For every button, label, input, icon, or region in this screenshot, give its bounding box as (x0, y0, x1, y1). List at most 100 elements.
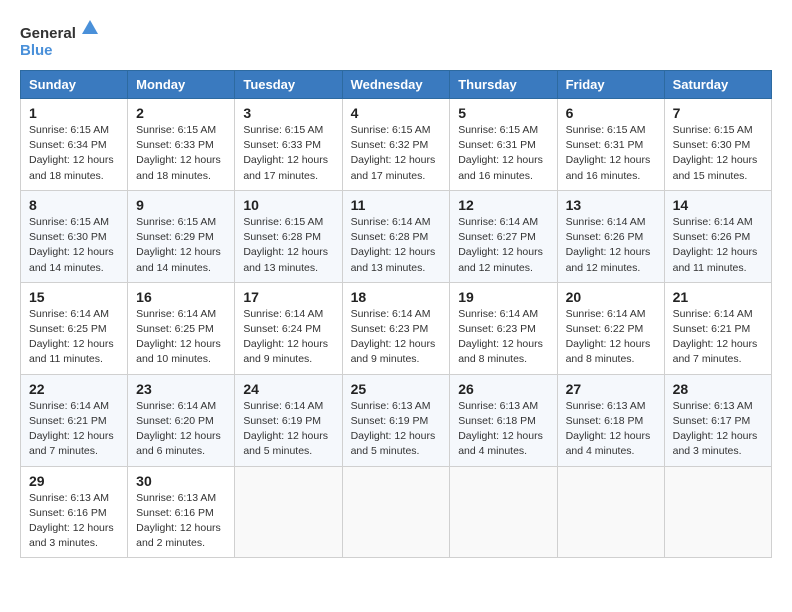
calendar-cell: 16 Sunrise: 6:14 AMSunset: 6:25 PMDaylig… (128, 282, 235, 374)
calendar-cell (557, 466, 664, 558)
day-number: 1 (29, 105, 119, 121)
calendar-week-3: 15 Sunrise: 6:14 AMSunset: 6:25 PMDaylig… (21, 282, 772, 374)
calendar: SundayMondayTuesdayWednesdayThursdayFrid… (20, 70, 772, 558)
day-number: 22 (29, 381, 119, 397)
calendar-header-tuesday: Tuesday (235, 71, 342, 99)
svg-text:General: General (20, 25, 76, 42)
day-info: Sunrise: 6:14 AMSunset: 6:23 PMDaylight:… (351, 307, 442, 368)
day-info: Sunrise: 6:15 AMSunset: 6:34 PMDaylight:… (29, 123, 119, 184)
day-info: Sunrise: 6:13 AMSunset: 6:18 PMDaylight:… (566, 399, 656, 460)
day-number: 18 (351, 289, 442, 305)
calendar-header-saturday: Saturday (664, 71, 771, 99)
day-number: 4 (351, 105, 442, 121)
calendar-cell: 17 Sunrise: 6:14 AMSunset: 6:24 PMDaylig… (235, 282, 342, 374)
day-info: Sunrise: 6:15 AMSunset: 6:30 PMDaylight:… (29, 215, 119, 276)
calendar-week-1: 1 Sunrise: 6:15 AMSunset: 6:34 PMDayligh… (21, 99, 772, 191)
calendar-cell: 6 Sunrise: 6:15 AMSunset: 6:31 PMDayligh… (557, 99, 664, 191)
day-number: 25 (351, 381, 442, 397)
day-info: Sunrise: 6:15 AMSunset: 6:33 PMDaylight:… (243, 123, 333, 184)
day-number: 21 (673, 289, 763, 305)
day-number: 23 (136, 381, 226, 397)
day-number: 29 (29, 473, 119, 489)
day-info: Sunrise: 6:14 AMSunset: 6:22 PMDaylight:… (566, 307, 656, 368)
calendar-cell: 2 Sunrise: 6:15 AMSunset: 6:33 PMDayligh… (128, 99, 235, 191)
day-number: 3 (243, 105, 333, 121)
calendar-header-wednesday: Wednesday (342, 71, 450, 99)
calendar-header-thursday: Thursday (450, 71, 557, 99)
calendar-cell: 4 Sunrise: 6:15 AMSunset: 6:32 PMDayligh… (342, 99, 450, 191)
day-info: Sunrise: 6:14 AMSunset: 6:26 PMDaylight:… (673, 215, 763, 276)
day-info: Sunrise: 6:15 AMSunset: 6:31 PMDaylight:… (458, 123, 548, 184)
day-number: 13 (566, 197, 656, 213)
calendar-cell (450, 466, 557, 558)
calendar-cell: 30 Sunrise: 6:13 AMSunset: 6:16 PMDaylig… (128, 466, 235, 558)
calendar-cell: 13 Sunrise: 6:14 AMSunset: 6:26 PMDaylig… (557, 190, 664, 282)
day-info: Sunrise: 6:14 AMSunset: 6:23 PMDaylight:… (458, 307, 548, 368)
day-info: Sunrise: 6:15 AMSunset: 6:30 PMDaylight:… (673, 123, 763, 184)
day-number: 30 (136, 473, 226, 489)
day-info: Sunrise: 6:14 AMSunset: 6:27 PMDaylight:… (458, 215, 548, 276)
calendar-cell: 26 Sunrise: 6:13 AMSunset: 6:18 PMDaylig… (450, 374, 557, 466)
day-info: Sunrise: 6:13 AMSunset: 6:19 PMDaylight:… (351, 399, 442, 460)
day-number: 10 (243, 197, 333, 213)
calendar-cell (342, 466, 450, 558)
calendar-cell: 11 Sunrise: 6:14 AMSunset: 6:28 PMDaylig… (342, 190, 450, 282)
calendar-header-monday: Monday (128, 71, 235, 99)
header: General Blue (20, 20, 772, 60)
calendar-cell (664, 466, 771, 558)
day-info: Sunrise: 6:15 AMSunset: 6:28 PMDaylight:… (243, 215, 333, 276)
day-number: 20 (566, 289, 656, 305)
day-number: 5 (458, 105, 548, 121)
calendar-cell: 5 Sunrise: 6:15 AMSunset: 6:31 PMDayligh… (450, 99, 557, 191)
calendar-cell: 8 Sunrise: 6:15 AMSunset: 6:30 PMDayligh… (21, 190, 128, 282)
day-info: Sunrise: 6:13 AMSunset: 6:18 PMDaylight:… (458, 399, 548, 460)
calendar-cell: 23 Sunrise: 6:14 AMSunset: 6:20 PMDaylig… (128, 374, 235, 466)
day-number: 19 (458, 289, 548, 305)
calendar-cell: 21 Sunrise: 6:14 AMSunset: 6:21 PMDaylig… (664, 282, 771, 374)
day-info: Sunrise: 6:14 AMSunset: 6:20 PMDaylight:… (136, 399, 226, 460)
day-info: Sunrise: 6:14 AMSunset: 6:24 PMDaylight:… (243, 307, 333, 368)
calendar-cell: 28 Sunrise: 6:13 AMSunset: 6:17 PMDaylig… (664, 374, 771, 466)
calendar-cell: 14 Sunrise: 6:14 AMSunset: 6:26 PMDaylig… (664, 190, 771, 282)
day-number: 9 (136, 197, 226, 213)
day-info: Sunrise: 6:14 AMSunset: 6:26 PMDaylight:… (566, 215, 656, 276)
calendar-cell: 7 Sunrise: 6:15 AMSunset: 6:30 PMDayligh… (664, 99, 771, 191)
day-info: Sunrise: 6:14 AMSunset: 6:25 PMDaylight:… (136, 307, 226, 368)
day-number: 17 (243, 289, 333, 305)
day-info: Sunrise: 6:14 AMSunset: 6:21 PMDaylight:… (29, 399, 119, 460)
logo: General Blue (20, 20, 100, 60)
day-info: Sunrise: 6:13 AMSunset: 6:16 PMDaylight:… (29, 491, 119, 552)
day-number: 15 (29, 289, 119, 305)
day-info: Sunrise: 6:14 AMSunset: 6:25 PMDaylight:… (29, 307, 119, 368)
day-number: 2 (136, 105, 226, 121)
calendar-header-friday: Friday (557, 71, 664, 99)
calendar-header-row: SundayMondayTuesdayWednesdayThursdayFrid… (21, 71, 772, 99)
day-number: 8 (29, 197, 119, 213)
day-number: 14 (673, 197, 763, 213)
day-info: Sunrise: 6:15 AMSunset: 6:31 PMDaylight:… (566, 123, 656, 184)
day-number: 6 (566, 105, 656, 121)
calendar-cell: 3 Sunrise: 6:15 AMSunset: 6:33 PMDayligh… (235, 99, 342, 191)
calendar-cell: 27 Sunrise: 6:13 AMSunset: 6:18 PMDaylig… (557, 374, 664, 466)
calendar-week-2: 8 Sunrise: 6:15 AMSunset: 6:30 PMDayligh… (21, 190, 772, 282)
day-info: Sunrise: 6:14 AMSunset: 6:28 PMDaylight:… (351, 215, 442, 276)
day-number: 28 (673, 381, 763, 397)
day-info: Sunrise: 6:13 AMSunset: 6:17 PMDaylight:… (673, 399, 763, 460)
logo-icon: General Blue (20, 20, 100, 60)
day-number: 7 (673, 105, 763, 121)
calendar-cell: 22 Sunrise: 6:14 AMSunset: 6:21 PMDaylig… (21, 374, 128, 466)
calendar-cell: 20 Sunrise: 6:14 AMSunset: 6:22 PMDaylig… (557, 282, 664, 374)
calendar-cell: 19 Sunrise: 6:14 AMSunset: 6:23 PMDaylig… (450, 282, 557, 374)
day-number: 24 (243, 381, 333, 397)
calendar-cell: 9 Sunrise: 6:15 AMSunset: 6:29 PMDayligh… (128, 190, 235, 282)
calendar-cell (235, 466, 342, 558)
day-info: Sunrise: 6:15 AMSunset: 6:33 PMDaylight:… (136, 123, 226, 184)
svg-text:Blue: Blue (20, 42, 53, 59)
calendar-cell: 1 Sunrise: 6:15 AMSunset: 6:34 PMDayligh… (21, 99, 128, 191)
day-info: Sunrise: 6:14 AMSunset: 6:19 PMDaylight:… (243, 399, 333, 460)
day-number: 12 (458, 197, 548, 213)
calendar-cell: 25 Sunrise: 6:13 AMSunset: 6:19 PMDaylig… (342, 374, 450, 466)
day-info: Sunrise: 6:15 AMSunset: 6:29 PMDaylight:… (136, 215, 226, 276)
day-number: 26 (458, 381, 548, 397)
calendar-cell: 29 Sunrise: 6:13 AMSunset: 6:16 PMDaylig… (21, 466, 128, 558)
